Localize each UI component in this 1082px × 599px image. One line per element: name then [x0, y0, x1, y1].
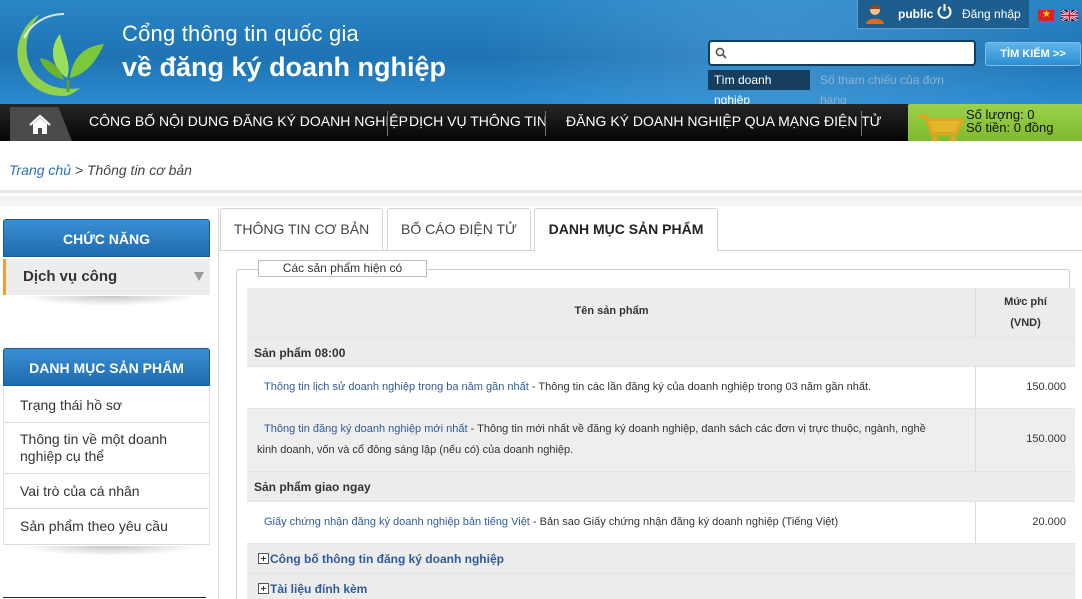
- search-button[interactable]: TÌM KIẾM >>: [985, 42, 1081, 66]
- power-icon[interactable]: [936, 3, 953, 20]
- nav-item-online-registration[interactable]: ĐĂNG KÝ DOANH NGHIỆP QUA MẠNG ĐIỆN TỬ: [566, 104, 882, 141]
- sidebar-products-title: DANH MỤC SẢN PHẨM: [3, 348, 210, 386]
- sidebar-item-label: Sản phẩm theo yêu cầu: [20, 518, 168, 534]
- tab-electronic-announcement[interactable]: BỐ CÁO ĐIỆN TỬ: [387, 208, 531, 250]
- site-title-line2: về đăng ký doanh nghiệp: [122, 52, 447, 82]
- expand-plus-icon: [258, 583, 269, 594]
- product-description: - Bản sao Giấy chứng nhận đăng ký doanh …: [529, 516, 839, 528]
- product-fee: 20.000: [1032, 516, 1066, 528]
- search-icon: [715, 47, 727, 59]
- sidebar-item-label: Thông tin về một doanh nghiệp cụ thể: [20, 431, 168, 464]
- nav-item-information-services[interactable]: DỊCH VỤ THÔNG TIN: [409, 104, 547, 141]
- breadcrumb-bar: Trang chủ > Thông tin cơ bản: [0, 141, 1082, 193]
- table-header-row: Tên sản phẩm Mức phí (VND): [247, 288, 1075, 338]
- expander-publish-info[interactable]: Công bố thông tin đăng ký doanh nghiệp: [258, 552, 504, 566]
- page: Cổng thông tin quốc gia về đăng ký doanh…: [0, 0, 1082, 599]
- vietnamese-flag-icon[interactable]: ★: [1038, 9, 1054, 21]
- tab-product-catalog[interactable]: DANH MỤC SẢN PHẨM: [534, 208, 718, 251]
- main-content: THÔNG TIN CƠ BẢN BỐ CÁO ĐIỆN TỬ DANH MỤC…: [218, 208, 1082, 599]
- user-name: public: [898, 7, 934, 21]
- search-box: [708, 40, 976, 66]
- product-name-link[interactable]: Giấy chứng nhận đăng ký doanh nghiệp bản…: [264, 516, 530, 528]
- breadcrumb-current: Thông tin cơ bản: [86, 162, 192, 178]
- column-header-product-name: Tên sản phẩm: [574, 305, 649, 317]
- product-fee: 150.000: [1026, 433, 1066, 445]
- cart-amount: Số tiền: 0 đồng: [966, 120, 1054, 135]
- column-header-fee-unit: (VND): [1010, 317, 1041, 329]
- breadcrumb-home-link[interactable]: Trang chủ: [9, 162, 71, 178]
- sidebar-item-public-services[interactable]: Dịch vụ công: [3, 259, 210, 295]
- sidebar-item-label: Trạng thái hồ sơ: [20, 397, 123, 413]
- sidebar-item-label: Dịch vụ công: [23, 268, 118, 285]
- product-group-title: Sản phẩm giao ngay: [254, 480, 371, 494]
- sidebar-item-individual-role[interactable]: Vai trò của cá nhân: [3, 474, 210, 509]
- expander-attachments[interactable]: Tài liệu đính kèm: [258, 582, 367, 596]
- product-name-link[interactable]: Thông tin đăng ký doanh nghiệp mới nhất: [264, 423, 468, 435]
- table-row: Thông tin lịch sử doanh nghiệp trong ba …: [247, 367, 1075, 409]
- expand-plus-icon: [258, 553, 269, 564]
- expander-row: Công bố thông tin đăng ký doanh nghiệp: [247, 544, 1075, 574]
- sidebar-item-dossier-status[interactable]: Trạng thái hồ sơ: [3, 388, 210, 423]
- site-header: Cổng thông tin quốc gia về đăng ký doanh…: [0, 0, 1082, 104]
- product-group-title: Sản phẩm 08:00: [254, 346, 346, 360]
- shopping-cart-icon: [918, 114, 964, 142]
- search-tab-company[interactable]: Tìm doanh nghiệp: [708, 70, 810, 104]
- tab-basic-info[interactable]: THÔNG TIN CƠ BẢN: [220, 208, 383, 250]
- expander-row: Tài liệu đính kèm: [247, 574, 1075, 599]
- nav-separator: [387, 111, 388, 136]
- table-row: Thông tin đăng ký doanh nghiệp mới nhất …: [247, 409, 1075, 472]
- caret-down-icon: [194, 272, 204, 281]
- column-header-fee: Mức phí: [1004, 296, 1047, 308]
- nav-item-publish-registration[interactable]: CÔNG BỐ NỘI DUNG ĐĂNG KÝ DOANH NGHIỆP: [89, 104, 408, 141]
- login-link[interactable]: Đăng nhập: [962, 7, 1021, 21]
- sidebar-item-specific-company[interactable]: Thông tin về một doanh nghiệp cụ thể: [3, 423, 210, 474]
- english-flag-icon[interactable]: [1061, 10, 1078, 21]
- expander-label: Công bố thông tin đăng ký doanh nghiệp: [270, 552, 504, 566]
- breadcrumb: Trang chủ > Thông tin cơ bản: [9, 162, 192, 178]
- expander-label: Tài liệu đính kèm: [270, 582, 368, 596]
- nav-separator: [545, 111, 546, 136]
- home-icon: [29, 114, 51, 134]
- product-group-row: Sản phẩm giao ngay: [247, 472, 1075, 502]
- product-fee: 150.000: [1026, 381, 1066, 393]
- products-legend: Các sản phẩm hiện có: [258, 260, 427, 277]
- table-row: Giấy chứng nhận đăng ký doanh nghiệp bản…: [247, 502, 1075, 544]
- breadcrumb-separator: >: [71, 162, 87, 178]
- sidebar-item-label: Vai trò của cá nhân: [20, 483, 140, 499]
- product-description: - Thông tin các lần đăng ký của doanh ng…: [528, 381, 872, 393]
- nav-separator: [861, 111, 862, 136]
- search-input[interactable]: [732, 44, 972, 62]
- product-name-link[interactable]: Thông tin lịch sử doanh nghiệp trong ba …: [264, 381, 529, 393]
- sidebar-item-custom-products[interactable]: Sản phẩm theo yêu cầu: [3, 509, 210, 545]
- sidebar-functions-title: CHỨC NĂNG: [3, 219, 210, 257]
- product-group-row: Sản phẩm 08:00: [247, 338, 1075, 367]
- user-bar: public Đăng nhập: [857, 0, 1029, 29]
- user-icon: [866, 5, 884, 24]
- site-title-line1: Cổng thông tin quốc gia: [122, 21, 359, 46]
- search-tab-order-reference[interactable]: Số tham chiếu của đơn hàng: [814, 70, 974, 104]
- site-logo-icon[interactable]: [12, 8, 112, 100]
